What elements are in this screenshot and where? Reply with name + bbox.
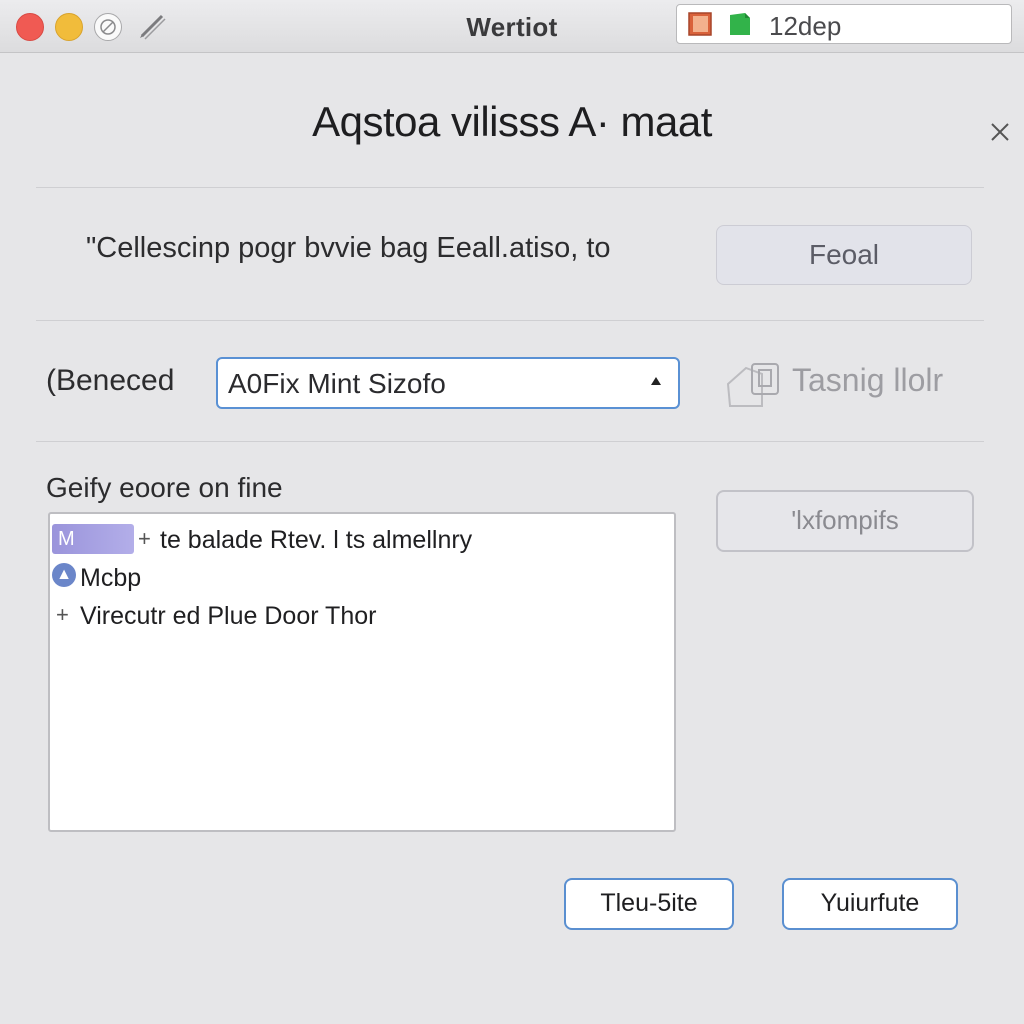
item-list[interactable]: M + te balade Rtev. l ts almellnry ▲ Mcb… bbox=[48, 512, 676, 832]
font-select[interactable]: A0Fix Mint Sizofo bbox=[216, 357, 680, 409]
list-item[interactable]: + Virecutr ed Plue Door Thor bbox=[50, 598, 674, 634]
divider bbox=[36, 187, 984, 188]
chevron-up-icon bbox=[651, 377, 661, 385]
expand-icon[interactable]: + bbox=[138, 526, 151, 552]
dialog-title: Aqstoa vilisss A· maat bbox=[312, 98, 712, 145]
divider bbox=[36, 320, 984, 321]
title-bar: Wertiot 12dep bbox=[0, 0, 1024, 53]
footer-right-button[interactable]: Yuiurfute bbox=[782, 878, 958, 930]
list-item[interactable]: ▲ Mcbp bbox=[50, 560, 674, 596]
ghost-action-label: Tasnig llolr bbox=[792, 362, 944, 398]
list-item-label: Virecutr ed Plue Door Thor bbox=[80, 602, 377, 630]
footer-left-button[interactable]: Tleu-5ite bbox=[564, 878, 734, 930]
list-item-badge: M bbox=[52, 524, 134, 554]
list-item-label: Mcbp bbox=[80, 564, 142, 592]
list-item-label: te balade Rtev. l ts almellnry bbox=[160, 526, 473, 554]
search-field[interactable]: 12dep bbox=[676, 4, 1012, 44]
divider bbox=[36, 441, 984, 442]
description-text: "Cellescinp pogr bvvie bag Eeall.atiso, … bbox=[86, 232, 611, 264]
search-value: 12dep bbox=[769, 11, 842, 41]
book-icon bbox=[688, 12, 712, 36]
badge-letter: M bbox=[58, 528, 75, 550]
list-label: Geify eoore on fine bbox=[46, 472, 283, 503]
folder-icon bbox=[726, 363, 779, 407]
field-label: (Beneced bbox=[46, 364, 175, 397]
green-document-icon bbox=[730, 13, 750, 35]
expand-icon[interactable]: + bbox=[56, 602, 69, 628]
select-value: A0Fix Mint Sizofo bbox=[228, 368, 446, 399]
primary-button[interactable]: Feoal bbox=[716, 225, 972, 285]
ghost-action[interactable]: Tasnig llolr bbox=[722, 352, 972, 414]
close-icon[interactable] bbox=[986, 118, 1014, 146]
list-item[interactable]: M + te balade Rtev. l ts almellnry bbox=[50, 522, 674, 558]
side-button[interactable]: 'lxfompifs bbox=[716, 490, 974, 552]
user-circle-icon: ▲ bbox=[52, 563, 76, 587]
